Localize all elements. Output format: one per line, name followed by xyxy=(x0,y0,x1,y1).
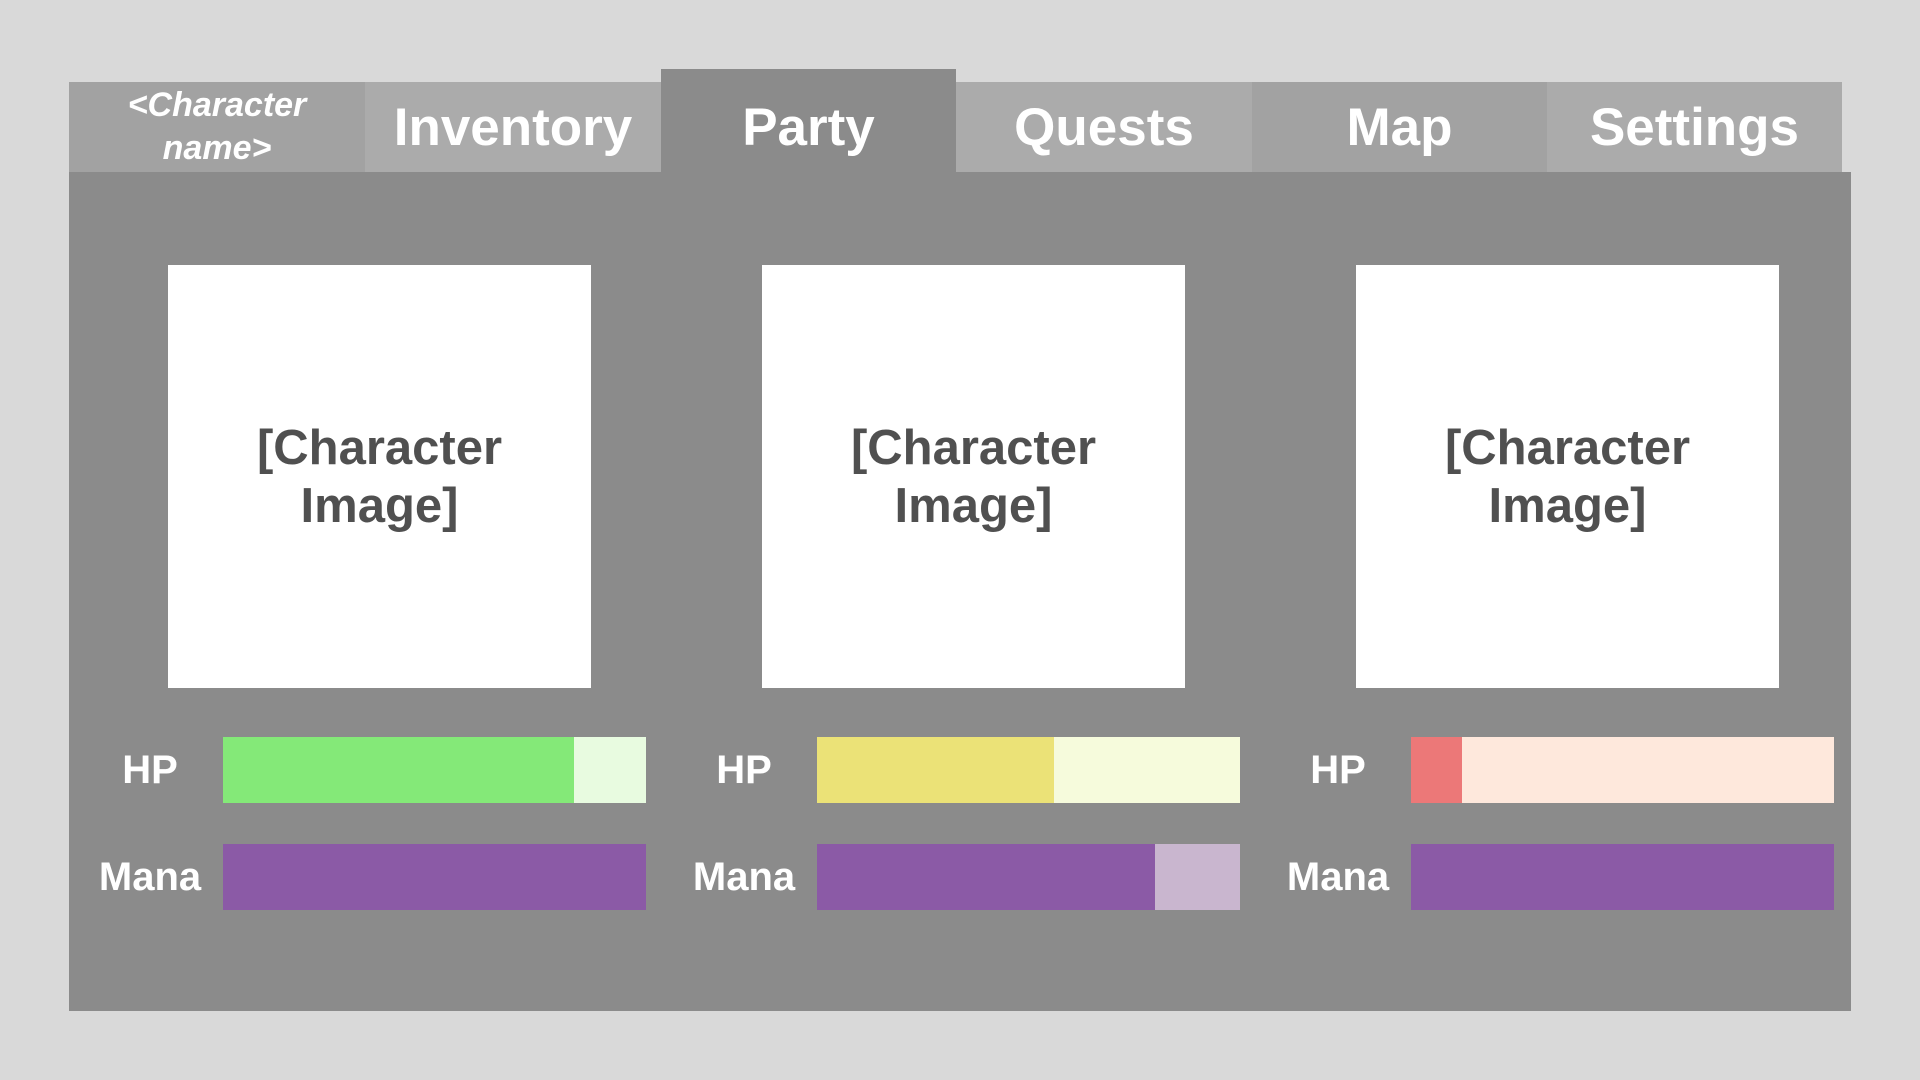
hp-bar-fill xyxy=(817,737,1054,803)
tab-quests[interactable]: Quests xyxy=(956,82,1252,172)
tab-party[interactable]: Party xyxy=(661,69,956,172)
mana-label: Mana xyxy=(1286,855,1390,899)
game-menu-screen: <Character name> Inventory Party Quests … xyxy=(0,0,1920,1080)
hp-bar xyxy=(817,737,1240,803)
tab-inventory[interactable]: Inventory xyxy=(365,82,661,172)
mana-label: Mana xyxy=(692,855,796,899)
hp-bar xyxy=(223,737,646,803)
hp-bar-fill xyxy=(223,737,575,803)
character-image-placeholder[interactable]: [Character Image] xyxy=(1356,265,1779,688)
character-image-placeholder[interactable]: [Character Image] xyxy=(168,265,591,688)
tab-map[interactable]: Map xyxy=(1252,82,1547,172)
mana-bar xyxy=(817,844,1240,910)
tab-settings[interactable]: Settings xyxy=(1547,82,1842,172)
mana-bar-fill xyxy=(817,844,1156,910)
mana-bar xyxy=(1411,844,1834,910)
hp-label: HP xyxy=(1310,748,1366,792)
tab-character-name[interactable]: <Character name> xyxy=(69,82,365,172)
mana-bar xyxy=(223,844,646,910)
mana-label: Mana xyxy=(98,855,202,899)
mana-bar-fill xyxy=(223,844,646,910)
character-image-placeholder[interactable]: [Character Image] xyxy=(762,265,1185,688)
hp-label: HP xyxy=(122,748,178,792)
mana-bar-fill xyxy=(1411,844,1834,910)
hp-bar-fill xyxy=(1411,737,1462,803)
hp-label: HP xyxy=(716,748,772,792)
hp-bar xyxy=(1411,737,1834,803)
